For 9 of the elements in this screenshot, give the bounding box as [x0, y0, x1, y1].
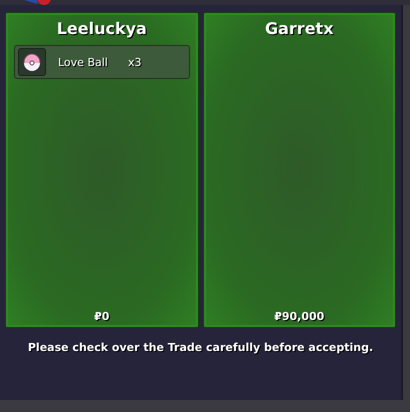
item-row[interactable]: Love Ball x3	[14, 45, 190, 79]
trade-message: Please check over the Trade carefully before accepting.	[26, 341, 374, 354]
item-quantity: x3	[128, 56, 142, 68]
trader-name: Garretx	[264, 19, 334, 40]
ball-icon	[23, 53, 41, 71]
trader-name: Leeluckya	[56, 19, 147, 40]
item-name: Love Ball	[58, 56, 109, 68]
money-amount: ₽90,000	[274, 310, 324, 323]
money-amount: ₽0	[94, 310, 110, 323]
